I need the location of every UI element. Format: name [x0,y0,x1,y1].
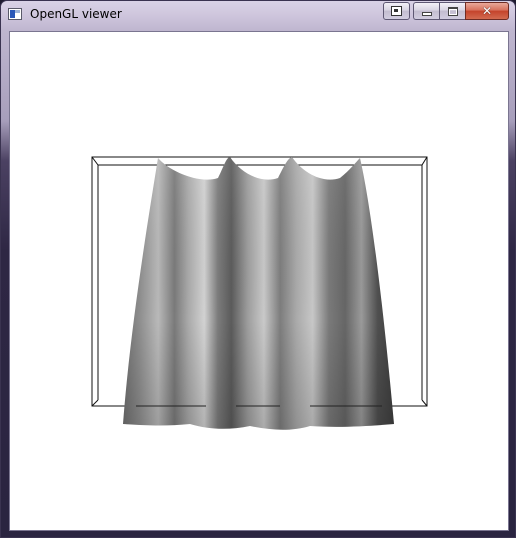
opengl-viewer-window: OpenGL viewer ✕ [0,0,516,538]
pin-button[interactable] [383,2,410,20]
minimize-button[interactable] [413,2,439,20]
close-button[interactable]: ✕ [465,2,509,20]
opengl-viewport-area[interactable] [9,31,509,531]
minimize-icon [421,12,432,16]
window-title: OpenGL viewer [30,7,122,21]
cloth-render [91,156,428,430]
opengl-window-icon[interactable] [8,8,22,20]
maximize-button[interactable] [439,2,465,20]
close-icon: ✕ [481,4,493,18]
pin-icon [391,6,402,16]
maximize-icon [447,6,458,16]
title-bar[interactable]: OpenGL viewer ✕ [1,1,515,29]
caption-buttons: ✕ [383,2,509,21]
